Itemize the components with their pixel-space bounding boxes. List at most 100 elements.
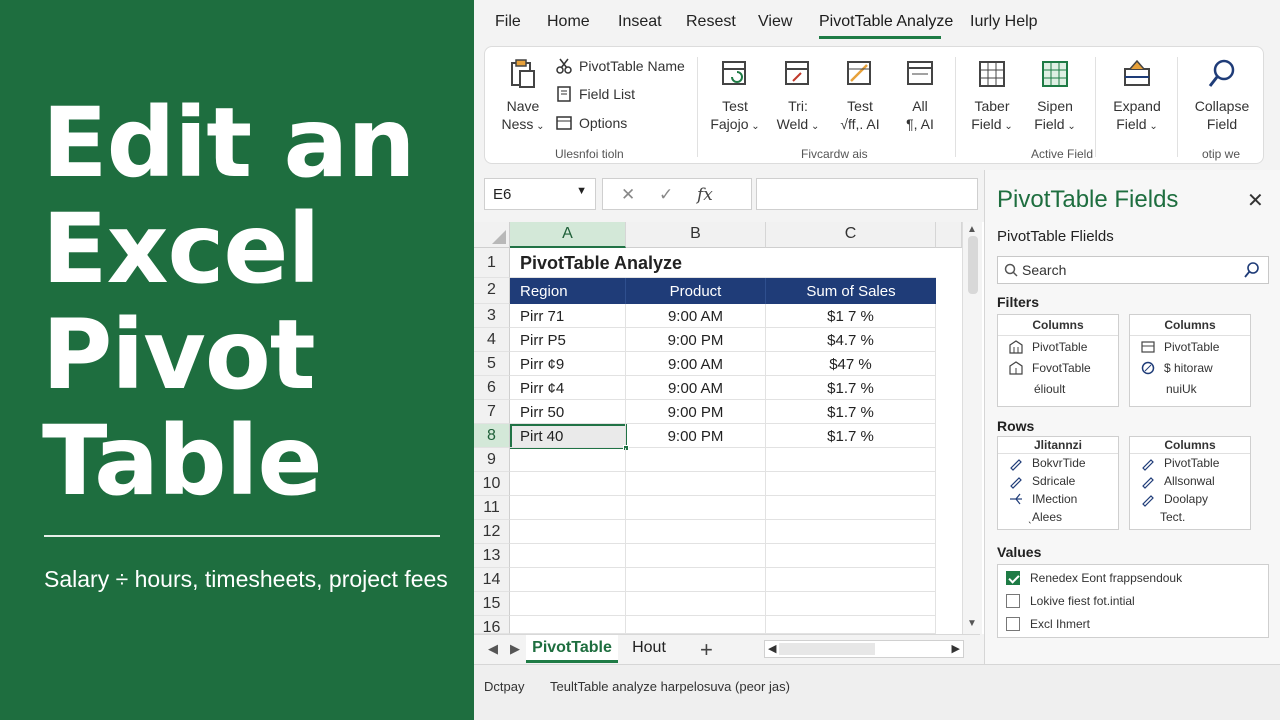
menu-file[interactable]: File (495, 13, 521, 31)
field-item[interactable]: IMection (998, 490, 1118, 508)
field-item[interactable]: Tect. (1130, 508, 1250, 526)
add-sheet-button[interactable]: + (700, 637, 713, 663)
row-header[interactable]: 12 (474, 520, 510, 544)
vertical-scrollbar[interactable]: ▲ ▼ (962, 222, 982, 634)
row-header[interactable]: 6 (474, 376, 510, 400)
table-cell[interactable]: 9:00 PM (626, 400, 766, 424)
scroll-down-icon[interactable]: ▼ (967, 618, 977, 629)
search-input[interactable]: Search (997, 256, 1269, 284)
pivot-header-product[interactable]: Product (626, 278, 766, 304)
field-list-button[interactable]: Field List (555, 85, 635, 103)
collapse-field-button[interactable]: Collapse Field (1185, 57, 1259, 133)
row-header[interactable]: 4 (474, 328, 510, 352)
scroll-left-icon[interactable]: ◀ (768, 642, 776, 655)
table-cell[interactable]: 9:00 AM (626, 376, 766, 400)
all-ai-button[interactable]: All ¶, AI (895, 57, 945, 133)
scroll-thumb[interactable] (968, 236, 978, 294)
rows-box[interactable]: Jlitannzi BokvrTide Sdricale IMection ˎA… (997, 436, 1119, 530)
expand-field-button[interactable]: Expand Field ⌄ (1105, 57, 1169, 136)
row-header[interactable]: 11 (474, 496, 510, 520)
tab-next-icon[interactable]: ▶ (510, 641, 520, 657)
row-header[interactable]: 14 (474, 568, 510, 592)
table-cell[interactable]: Pirr 71 (510, 304, 626, 328)
chevron-down-icon[interactable]: ▼ (576, 185, 587, 197)
formula-input[interactable] (756, 178, 978, 210)
table-cell[interactable]: Pirr P5 (510, 328, 626, 352)
close-icon[interactable]: ✕ (1247, 188, 1264, 213)
tab-pivottable[interactable]: PivotTable (526, 635, 618, 663)
menu-pivottable-analyze[interactable]: PivotTable Analyze (819, 13, 953, 31)
search-icon[interactable] (1244, 262, 1260, 278)
field-item[interactable]: PivotTable (1130, 336, 1250, 357)
select-all-corner[interactable] (474, 222, 510, 248)
field-item[interactable]: Allsonwal (1130, 472, 1250, 490)
table-cell[interactable]: 9:00 PM (626, 424, 766, 448)
field-item[interactable]: PivotTable (998, 336, 1118, 357)
fx-icon[interactable]: fx (697, 185, 713, 205)
checkbox[interactable] (1006, 594, 1020, 608)
table-cell[interactable]: $1.7 % (766, 376, 936, 400)
table-cell[interactable]: $1 7 % (766, 304, 936, 328)
table-cell[interactable]: $47 % (766, 352, 936, 376)
column-header-a[interactable]: A (510, 222, 626, 248)
table-cell[interactable]: $1.7 % (766, 424, 936, 448)
filters-box[interactable]: Columns PivotTable $ hitoraw nuiUk (1129, 314, 1251, 407)
value-item[interactable]: Renedex Eont frappsendouk (1006, 571, 1182, 585)
field-item[interactable]: Doolapy (1130, 490, 1250, 508)
table-cell[interactable]: 9:00 PM (626, 328, 766, 352)
scroll-up-icon[interactable]: ▲ (967, 224, 977, 235)
menu-help[interactable]: Ιurly Help (970, 13, 1038, 31)
checkbox[interactable] (1006, 617, 1020, 631)
filters-box[interactable]: Columns PivotTable FovotTable élioult (997, 314, 1119, 407)
table-cell[interactable]: Pirr ¢4 (510, 376, 626, 400)
field-item[interactable]: PivotTable (1130, 454, 1250, 472)
test-fajojo-button[interactable]: Test Fajojo ⌄ (707, 57, 763, 136)
pivot-title-cell[interactable]: PivotTable Analyze (510, 248, 936, 278)
active-cell[interactable]: Pirt 40 (510, 424, 626, 448)
rows-box[interactable]: Columns PivotTable Allsonwal Doolapy Tec… (1129, 436, 1251, 530)
table-cell[interactable]: $1.7 % (766, 400, 936, 424)
row-header[interactable]: 16 (474, 616, 510, 636)
check-icon[interactable]: ✓ (659, 185, 673, 205)
scroll-thumb[interactable] (779, 643, 875, 655)
field-item[interactable]: BokvrTide (998, 454, 1118, 472)
table-cell[interactable]: Pirr ¢9 (510, 352, 626, 376)
nave-ness-button[interactable]: Nave Ness ⌄ (493, 57, 553, 136)
pivot-header-sum-of-sales[interactable]: Sum of Sales (766, 278, 936, 304)
field-item[interactable]: nuiUk (1130, 378, 1250, 399)
row-header[interactable]: 13 (474, 544, 510, 568)
value-item[interactable]: Excl Ihmert (1006, 617, 1090, 631)
options-button[interactable]: Options (555, 114, 627, 132)
row-header[interactable]: 9 (474, 448, 510, 472)
row-header[interactable]: 15 (474, 592, 510, 616)
table-cell[interactable]: 9:00 AM (626, 352, 766, 376)
value-item[interactable]: Lokive fiest fot.intial (1006, 594, 1135, 608)
column-header-c[interactable]: C (766, 222, 936, 248)
cancel-icon[interactable]: ✕ (621, 185, 635, 205)
menu-home[interactable]: Home (547, 13, 590, 31)
taber-field-button[interactable]: Taber Field ⌄ (965, 57, 1019, 136)
table-cell[interactable]: $4.7 % (766, 328, 936, 352)
row-header[interactable]: 2 (474, 278, 510, 304)
field-item[interactable]: FovotTable (998, 357, 1118, 378)
row-header[interactable]: 7 (474, 400, 510, 424)
scroll-right-icon[interactable]: ▶ (952, 642, 960, 655)
column-header-empty[interactable] (936, 222, 962, 248)
tab-prev-icon[interactable]: ◀ (488, 641, 498, 657)
name-box[interactable]: E6 ▼ (484, 178, 596, 210)
field-item[interactable]: $ hitoraw (1130, 357, 1250, 378)
menu-reset[interactable]: Resest (686, 13, 736, 31)
table-cell[interactable]: Pirr 50 (510, 400, 626, 424)
horizontal-scrollbar[interactable]: ◀ ▶ (764, 640, 964, 658)
field-item[interactable]: ˎAlees (998, 508, 1118, 526)
pivottable-name-button[interactable]: PivotTable Name (555, 57, 685, 75)
tri-weld-button[interactable]: Tri: Weld ⌄ (770, 57, 826, 136)
table-cell[interactable]: 9:00 AM (626, 304, 766, 328)
field-item[interactable]: élioult (998, 378, 1118, 399)
pivot-header-region[interactable]: Region (510, 278, 626, 304)
menu-insert[interactable]: Inseat (618, 13, 662, 31)
row-header[interactable]: 1 (474, 248, 510, 278)
checkbox-checked[interactable] (1006, 571, 1020, 585)
row-header[interactable]: 3 (474, 304, 510, 328)
sipen-field-button[interactable]: Sipen Field ⌄ (1025, 57, 1085, 136)
